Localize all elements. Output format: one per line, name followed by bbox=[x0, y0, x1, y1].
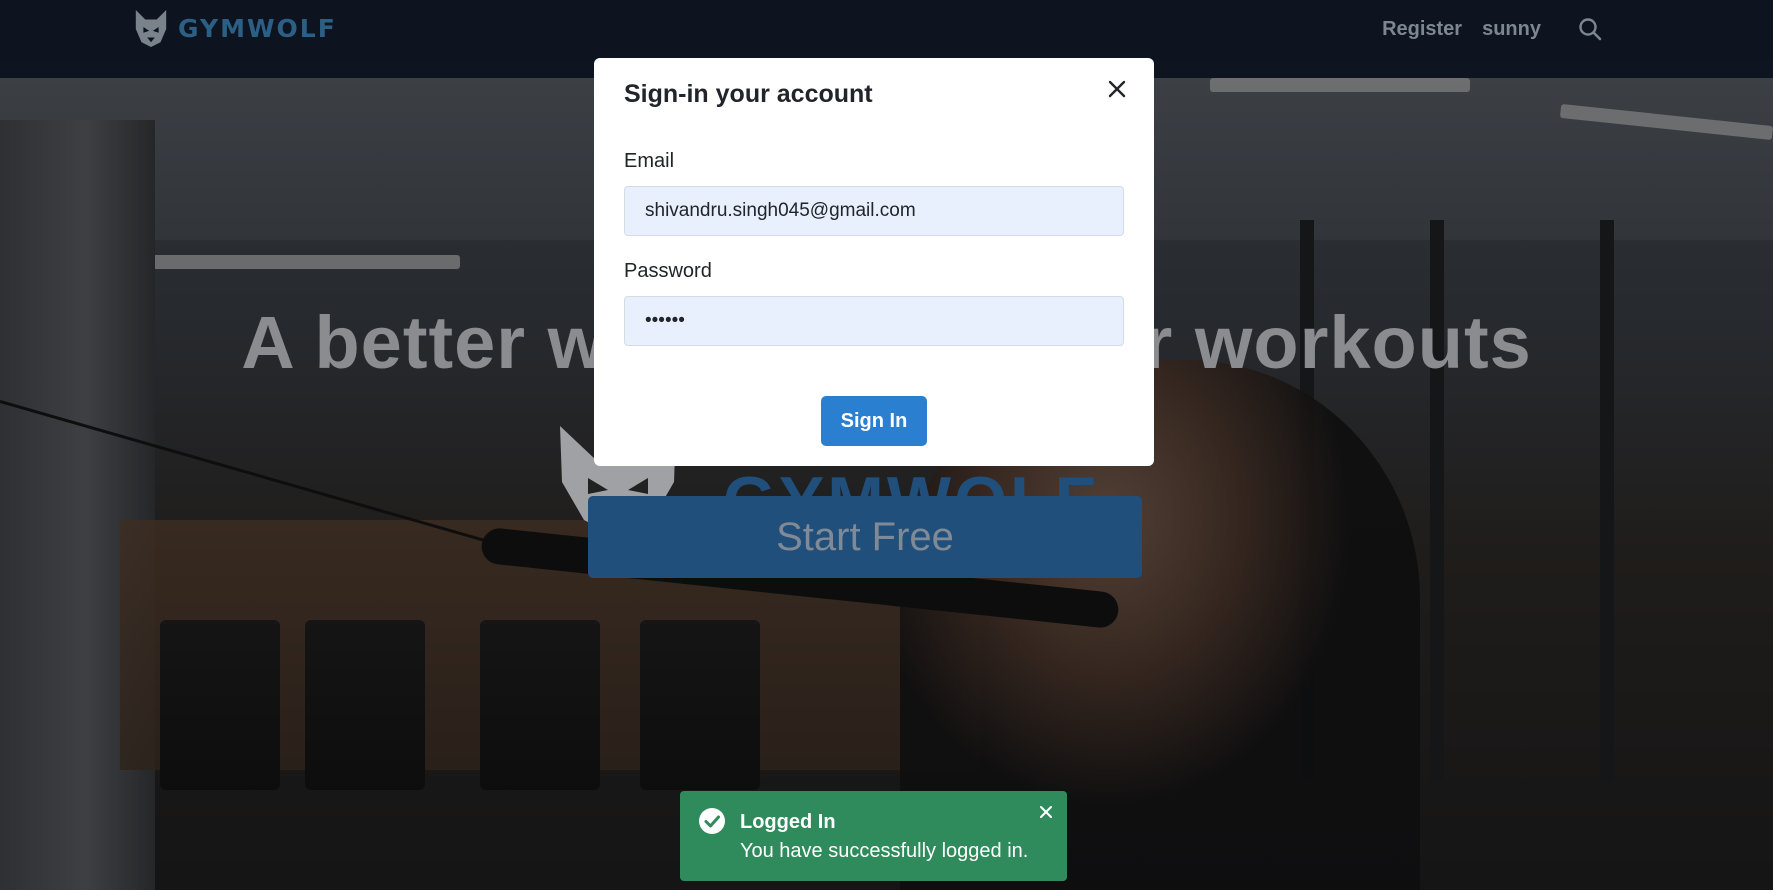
search-icon[interactable] bbox=[1577, 16, 1603, 42]
close-icon bbox=[1040, 806, 1052, 818]
user-profile-link[interactable]: sunny bbox=[1482, 18, 1541, 41]
register-link[interactable]: Register bbox=[1382, 18, 1462, 41]
toast-title: Logged In bbox=[740, 811, 836, 833]
password-label: Password bbox=[624, 260, 712, 282]
close-icon bbox=[1108, 80, 1126, 98]
brand-logo[interactable]: GYMWOLF bbox=[132, 8, 337, 48]
sign-in-button[interactable]: Sign In bbox=[821, 396, 927, 446]
toast-close-button[interactable] bbox=[1037, 803, 1055, 821]
check-circle-icon bbox=[699, 808, 725, 834]
start-free-button[interactable]: Start Free bbox=[588, 496, 1142, 578]
email-field[interactable] bbox=[624, 186, 1124, 236]
nav-links: Register sunny bbox=[1382, 16, 1603, 42]
email-label: Email bbox=[624, 150, 675, 172]
brand-name: GYMWOLF bbox=[178, 13, 337, 43]
wolf-logo-icon bbox=[135, 9, 167, 47]
signin-modal: Sign-in your account Email Password Sign… bbox=[594, 58, 1154, 466]
modal-title: Sign-in your account bbox=[624, 80, 873, 108]
password-field[interactable] bbox=[624, 296, 1124, 346]
modal-close-button[interactable] bbox=[1102, 74, 1132, 104]
toast-message: You have successfully logged in. bbox=[740, 840, 1029, 862]
success-toast: Logged In You have successfully logged i… bbox=[680, 791, 1067, 881]
